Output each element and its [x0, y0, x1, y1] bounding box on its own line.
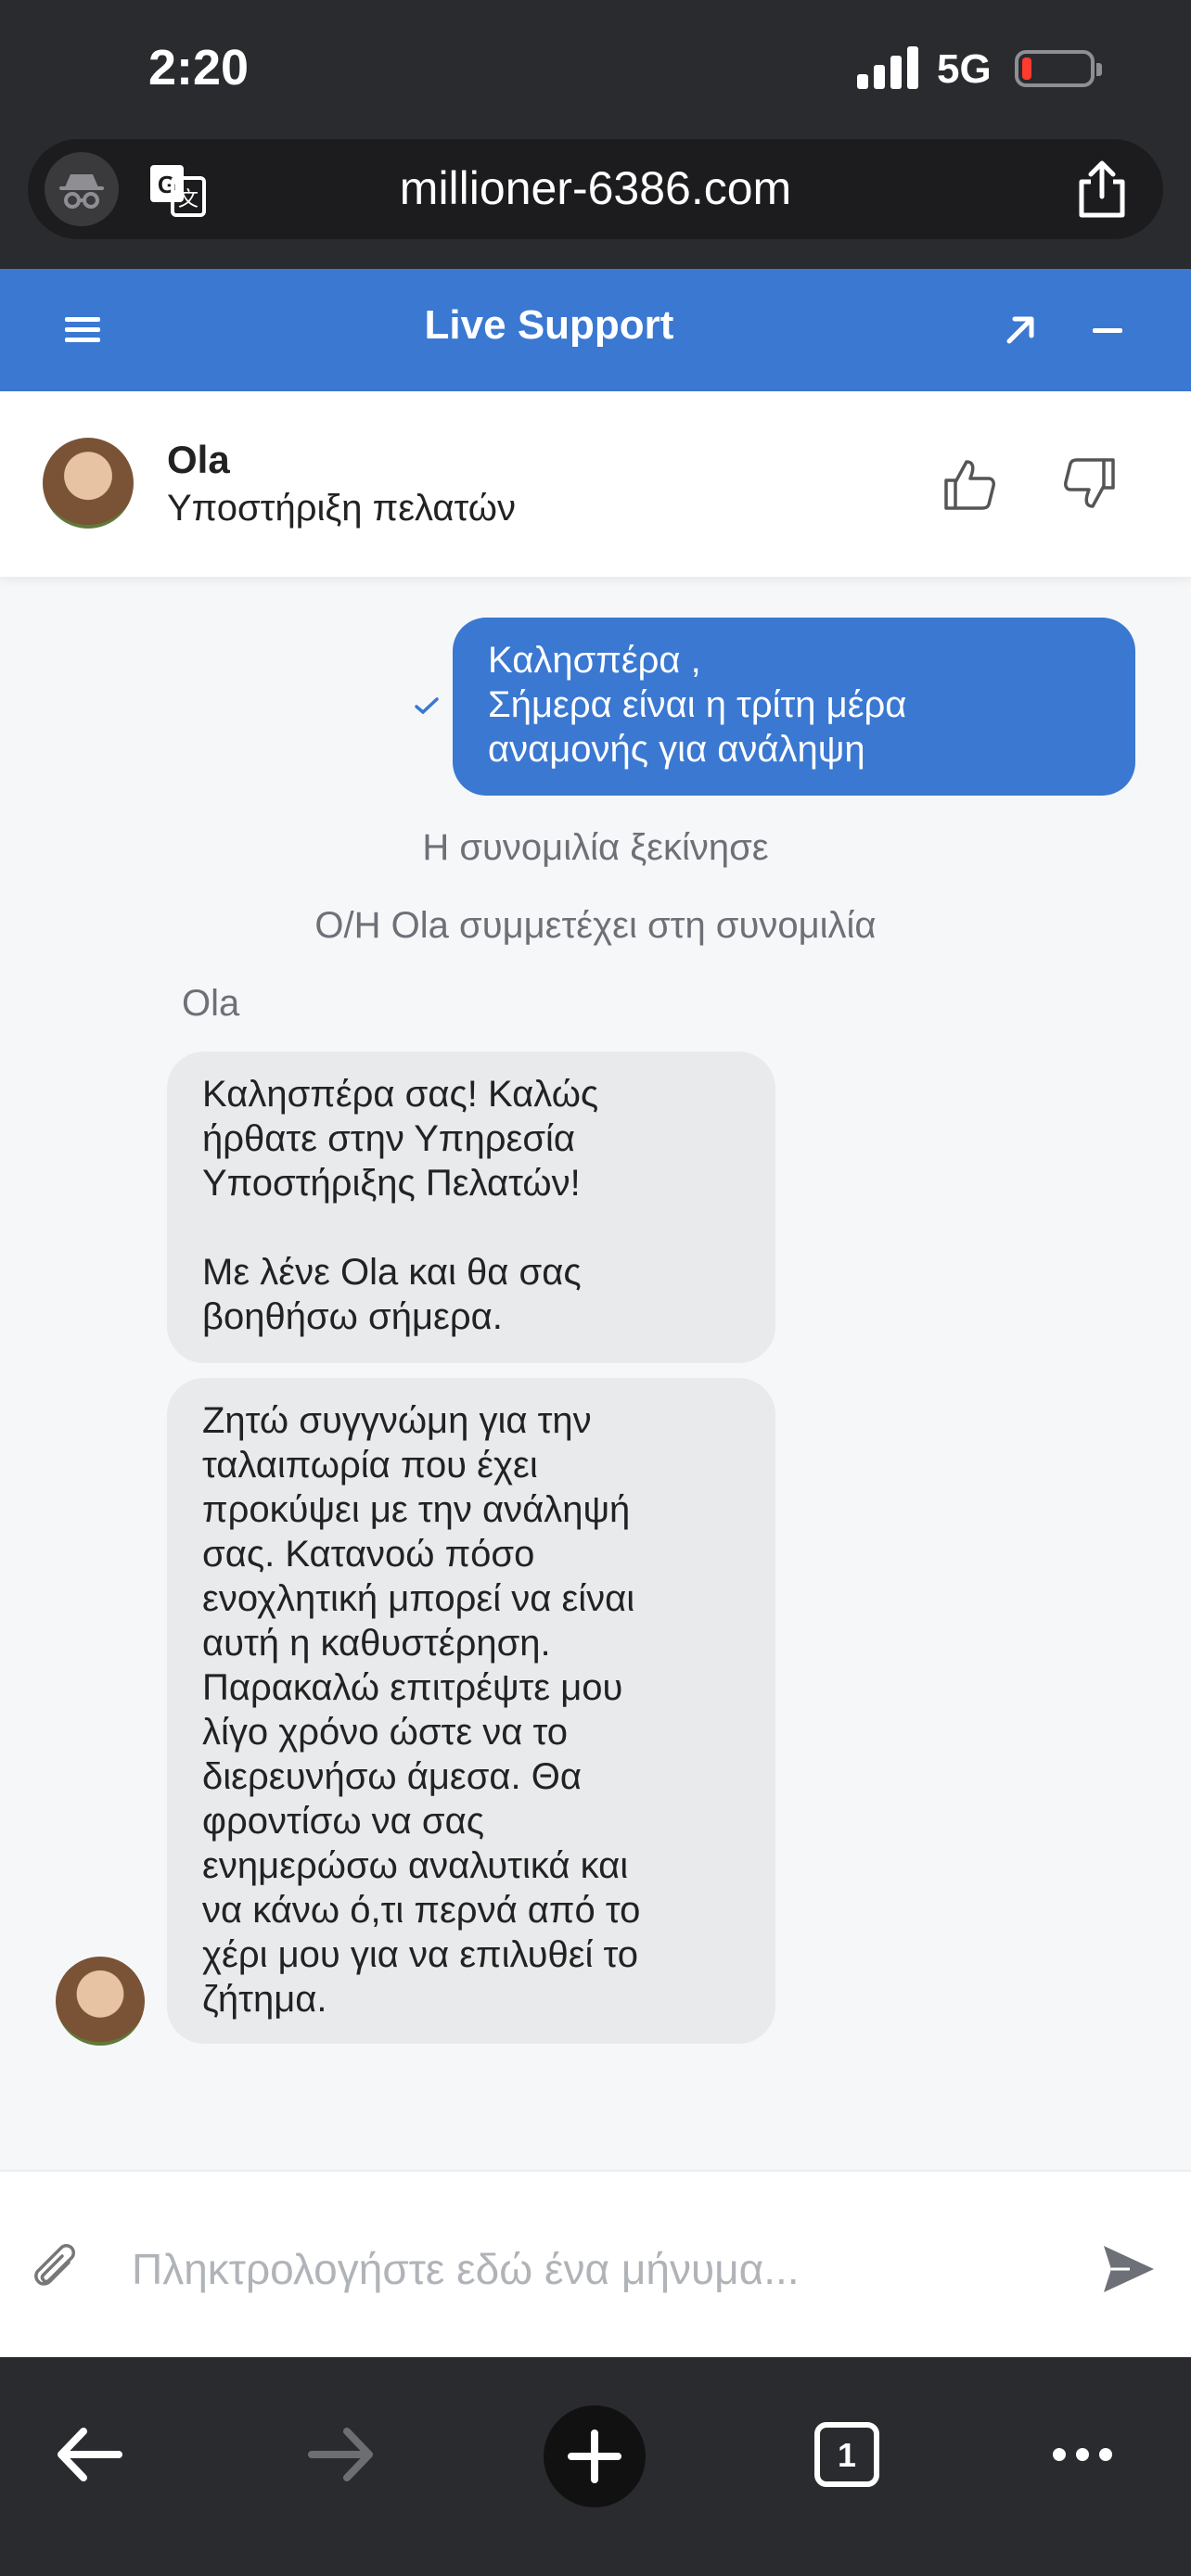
expand-arrow-icon[interactable] [1002, 312, 1039, 349]
url-text[interactable]: millioner-6386.com [28, 161, 1163, 215]
address-bar[interactable]: G 文 millioner-6386.com [28, 139, 1163, 239]
agent-name: Ola [167, 438, 230, 481]
chat-title: Live Support [424, 302, 674, 348]
agent-avatar [43, 438, 134, 529]
thumbs-up-icon[interactable] [942, 456, 998, 512]
share-icon[interactable] [1074, 159, 1130, 219]
new-tab-plus-icon[interactable] [544, 2405, 646, 2507]
back-arrow-icon[interactable] [39, 2404, 141, 2506]
more-options-icon[interactable] [1031, 2404, 1133, 2506]
tab-count: 1 [838, 2436, 856, 2474]
thumbs-down-icon[interactable] [1061, 456, 1117, 512]
status-bar: 2:20 5G [0, 0, 1191, 139]
minimize-icon[interactable] [1093, 328, 1122, 333]
chat-header: Live Support [0, 269, 1191, 391]
battery-icon [1015, 50, 1102, 87]
browser-address-area: G 文 millioner-6386.com [0, 139, 1191, 269]
incoming-message: Ζητώ συγγνώμη για την ταλαιπωρία που έχε… [167, 1378, 775, 2044]
agent-role: Υποστήριξη πελατών [167, 488, 517, 529]
tabs-counter-icon[interactable]: 1 [796, 2404, 898, 2506]
agent-avatar-small [56, 1957, 145, 2046]
send-icon[interactable] [1102, 2244, 1156, 2294]
attachment-paperclip-icon[interactable] [33, 2244, 80, 2294]
system-message-joined: Ο/Η Ola συμμετέχει στη συνομιλία [314, 905, 877, 946]
agent-bar: Ola Υποστήριξη πελατών [0, 391, 1191, 577]
network-label: 5G [937, 46, 992, 92]
browser-toolbar: 1 [0, 2357, 1191, 2576]
signal-icon [857, 45, 920, 89]
message-composer [0, 2170, 1191, 2357]
message-input[interactable] [130, 2227, 1057, 2311]
system-message-started: Η συνομιλία ξεκίνησε [422, 827, 769, 868]
message-sender-label: Ola [182, 983, 240, 1024]
sent-check-icon [414, 695, 440, 716]
outgoing-message: Καλησπέρα , Σήμερα είναι η τρίτη μέρα αν… [453, 618, 1135, 796]
forward-arrow-icon[interactable] [289, 2404, 391, 2506]
incoming-message: Καλησπέρα σας! Καλώς ήρθατε στην Υπηρεσί… [167, 1052, 775, 1363]
status-time: 2:20 [148, 40, 250, 96]
